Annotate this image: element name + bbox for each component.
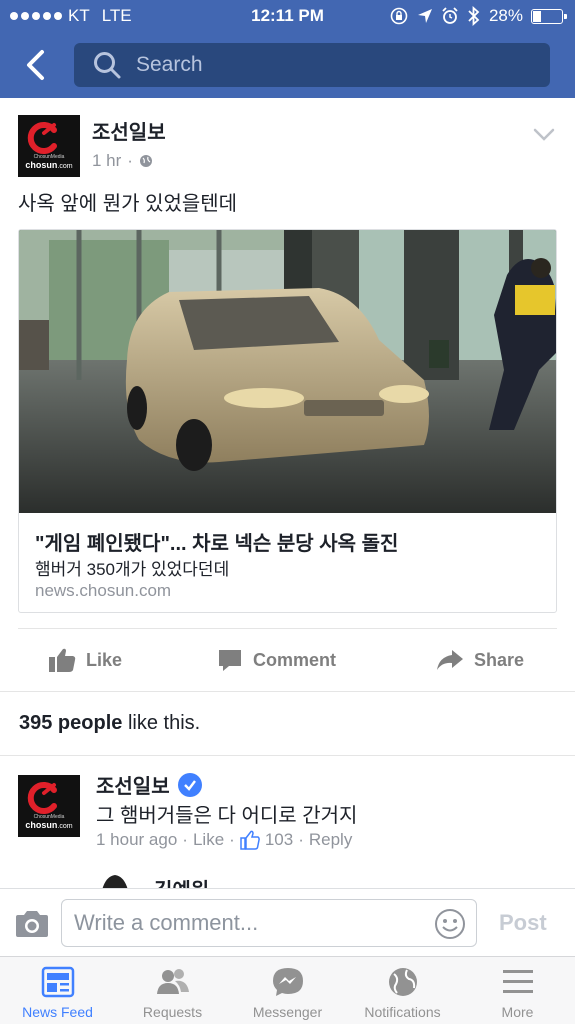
logo-brand-text: chosun: [25, 820, 58, 830]
divider: [0, 755, 575, 756]
tab-label: Messenger: [252, 1004, 323, 1020]
news-feed-icon: [41, 966, 74, 998]
messenger-icon: [272, 968, 303, 996]
comment-bubble-icon: [219, 650, 241, 671]
share-button[interactable]: Share: [436, 641, 524, 679]
logo-brand-suffix: .com: [57, 823, 73, 830]
share-arrow-icon: [437, 650, 463, 670]
search-input[interactable]: [136, 53, 516, 77]
bluetooth-icon: [468, 6, 480, 26]
rotation-lock-icon: [390, 7, 408, 25]
tab-label: More: [501, 1004, 534, 1020]
logo-brand-text: chosun: [25, 160, 58, 170]
comment-text: 그 햄버거들은 다 어디로 간거지: [96, 805, 358, 827]
post-text: 사옥 앞에 뭔가 있었을텐데: [18, 193, 238, 215]
globe-icon: [388, 968, 417, 996]
verified-badge-icon: [177, 772, 202, 797]
likes-summary[interactable]: 395 people like this.: [19, 712, 200, 735]
camera-icon[interactable]: [14, 909, 50, 939]
top-navigation-bar: KT LTE 12:11 PM 28%: [0, 0, 575, 98]
tab-more[interactable]: More: [460, 957, 575, 1024]
tab-notifications[interactable]: Notifications: [345, 957, 460, 1024]
post-meta: 1 hr ·: [92, 151, 153, 171]
sticker-smiley-icon[interactable]: [434, 908, 466, 940]
battery-percent: 28%: [488, 6, 523, 25]
chosun-logo-icon: [27, 122, 57, 154]
tab-news-feed[interactable]: News Feed: [0, 957, 115, 1024]
comment-like-link[interactable]: Like: [193, 830, 224, 850]
comment-like-count[interactable]: 103: [265, 830, 293, 850]
like-thumb-icon: [49, 648, 76, 672]
link-domain: news.chosun.com: [35, 581, 172, 600]
tab-requests[interactable]: Requests: [115, 957, 230, 1024]
comment-button[interactable]: Comment: [217, 641, 336, 679]
comment-input-field[interactable]: [61, 899, 477, 947]
divider: [0, 691, 575, 692]
logo-brand-suffix: .com: [57, 163, 73, 170]
comment-meta: 1 hour ago · Like · 103 · Reply: [96, 830, 353, 850]
comment-composer: Post: [0, 888, 575, 956]
post-options-chevron-icon[interactable]: [533, 128, 555, 142]
search-icon: [94, 52, 121, 79]
requests-icon: [156, 969, 189, 994]
link-preview-image[interactable]: [19, 230, 557, 513]
like-label: Like: [86, 649, 123, 670]
tab-label: Requests: [142, 1004, 203, 1020]
comment-input[interactable]: [74, 910, 414, 936]
search-bar[interactable]: [74, 43, 550, 87]
tab-label: Notifications: [364, 1004, 441, 1020]
likes-suffix: like this.: [122, 712, 201, 734]
likes-count: 395 people: [19, 712, 123, 734]
alarm-icon: [442, 7, 458, 24]
post-timestamp[interactable]: 1 hr: [92, 151, 121, 171]
page-avatar[interactable]: ChosunMedia chosun.com: [18, 115, 80, 177]
reaction-like-icon: [240, 830, 260, 850]
comment-label: Comment: [253, 649, 337, 670]
public-globe-icon: [139, 155, 152, 167]
battery-icon: [531, 8, 567, 24]
link-title[interactable]: "게임 폐인됐다"... 차로 넥슨 분당 사옥 돌진: [35, 527, 398, 556]
share-label: Share: [474, 649, 525, 670]
back-button[interactable]: [18, 46, 52, 84]
chosun-logo-icon: [27, 782, 57, 814]
comment-author-name: 조선일보: [96, 776, 170, 798]
status-bar: KT LTE 12:11 PM 28%: [0, 0, 575, 34]
post-author-name[interactable]: 조선일보: [92, 116, 166, 145]
bottom-tab-bar: News Feed Requests Messenger Notificatio…: [0, 956, 575, 1024]
menu-icon: [502, 970, 533, 993]
tab-messenger[interactable]: Messenger: [230, 957, 345, 1024]
like-button[interactable]: Like: [48, 641, 122, 679]
location-icon: [417, 9, 432, 23]
link-description: 햄버거 350개가 있었다던데: [35, 560, 230, 579]
post-comment-button[interactable]: Post: [499, 910, 547, 936]
divider: [18, 628, 557, 629]
commenter-avatar[interactable]: ChosunMedia chosun.com: [18, 775, 80, 837]
comment-timestamp: 1 hour ago: [96, 830, 178, 849]
link-preview-card[interactable]: "게임 폐인됐다"... 차로 넥슨 분당 사옥 돌진 햄버거 350개가 있었…: [18, 229, 557, 613]
tab-label: News Feed: [22, 1004, 93, 1020]
comment-author[interactable]: 조선일보: [96, 770, 202, 799]
comment-reply-link[interactable]: Reply: [309, 830, 352, 850]
back-chevron-icon: [27, 50, 44, 80]
